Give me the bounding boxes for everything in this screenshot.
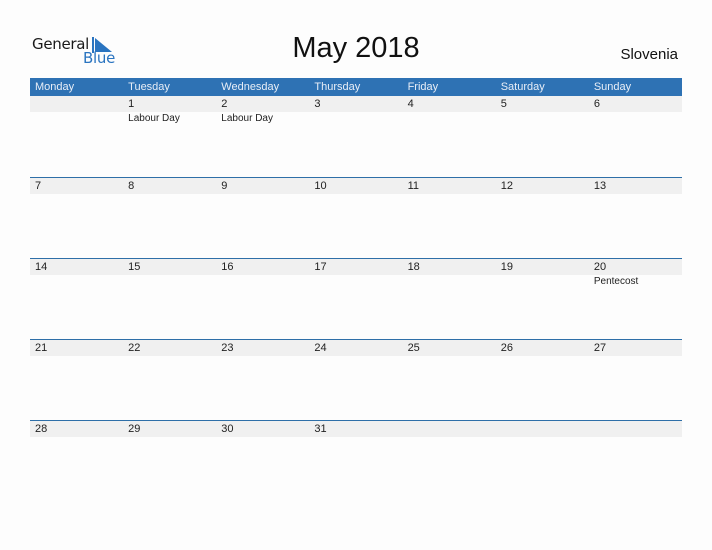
weekday-wednesday: Wednesday [221,81,280,93]
day-number [496,421,589,437]
weekday-sunday: Sunday [593,81,632,93]
day-number: 23 [221,342,234,354]
events-row: Pentecost [30,275,682,289]
weekday-saturday: Saturday [500,81,545,93]
day-number: 5 [500,98,507,110]
day-number: 31 [314,423,327,435]
day-number: 3 [314,98,321,110]
day-numbers-row: 21 22 23 24 25 26 27 [30,340,682,356]
holiday-label [309,275,402,289]
week-row: 21 22 23 24 25 26 27 [30,339,682,420]
day-number: 19 [500,261,513,273]
holiday-label: Labour Day [128,113,180,124]
day-number: 28 [35,423,48,435]
weekday-friday: Friday [407,81,439,93]
day-number: 16 [221,261,234,273]
day-number: 8 [128,180,135,192]
week-row: 28 29 30 31 [30,420,682,501]
day-number: 27 [593,342,607,354]
country-label: Slovenia [620,46,678,63]
day-number: 26 [500,342,513,354]
day-number: 10 [314,180,327,192]
day-number [30,96,123,112]
day-number: 6 [593,98,600,110]
holiday-label [403,112,496,126]
day-number: 17 [314,261,327,273]
holiday-label: Labour Day [221,113,273,124]
day-number: 24 [314,342,327,354]
holiday-label [589,112,682,126]
day-number: 22 [128,342,141,354]
week-row: 1 2 3 4 5 6 Labour Day Labour Day [30,96,682,177]
holiday-label [403,275,496,289]
calendar-grid: Monday Tuesday Wednesday Thursday Friday… [30,78,682,501]
holiday-label [309,112,402,126]
day-number: 30 [221,423,234,435]
day-number: 7 [35,180,42,192]
day-number: 25 [407,342,420,354]
weekday-header: Monday Tuesday Wednesday Thursday Friday… [30,78,682,96]
holiday-label [216,275,309,289]
day-number: 11 [407,180,419,192]
holiday-label [496,112,589,126]
day-number: 13 [593,180,607,192]
day-number: 12 [500,180,513,192]
weekday-tuesday: Tuesday [128,81,170,93]
holiday-label: Pentecost [593,276,639,287]
day-numbers-row: 14 15 16 17 18 19 20 [30,259,682,275]
day-number: 9 [221,180,228,192]
day-number: 14 [35,261,48,273]
holiday-label [123,275,216,289]
holiday-label [30,112,123,126]
day-numbers-row: 1 2 3 4 5 6 [30,96,682,112]
week-row: 14 15 16 17 18 19 20 Pentecost [30,258,682,339]
day-number: 2 [221,98,228,110]
week-row: 7 8 9 10 11 12 13 [30,177,682,258]
day-number: 1 [128,98,135,110]
weekday-monday: Monday [35,81,75,93]
day-number: 15 [128,261,141,273]
day-numbers-row: 28 29 30 31 [30,421,682,437]
day-number [589,421,682,437]
day-number [403,421,496,437]
day-number: 18 [407,261,420,273]
day-numbers-row: 7 8 9 10 11 12 13 [30,178,682,194]
holiday-label [496,275,589,289]
day-number: 21 [35,342,48,354]
day-number: 29 [128,423,141,435]
day-number: 20 [593,261,607,273]
events-row: Labour Day Labour Day [30,112,682,126]
day-number: 4 [407,98,414,110]
page-title: May 2018 [292,32,420,64]
holiday-label [30,275,123,289]
weekday-thursday: Thursday [314,81,361,93]
